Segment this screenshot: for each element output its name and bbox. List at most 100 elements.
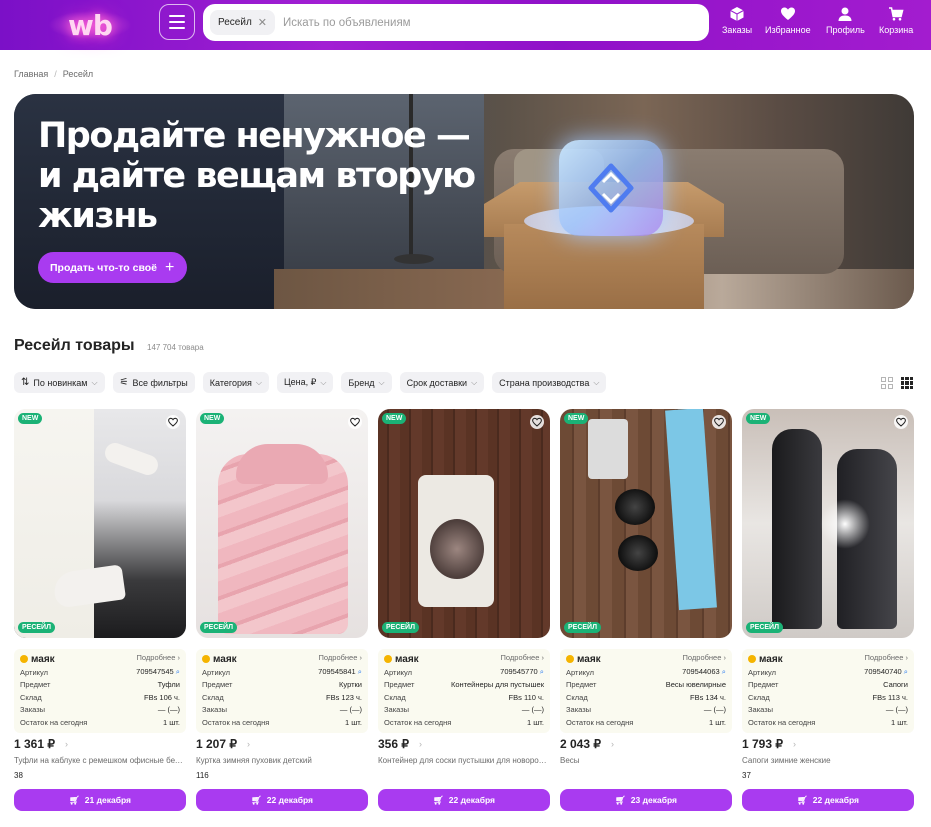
delivery-filter[interactable]: Срок доставки ⌵ <box>399 372 485 393</box>
product-card[interactable]: NEW РЕСЕЙЛ маяк Подробнее › Артикул 70954… <box>378 409 550 819</box>
lighthouse-icon <box>20 655 28 663</box>
more-details-link[interactable]: Подробнее › <box>319 653 363 662</box>
lighthouse-icon <box>384 655 392 663</box>
grid-large-view-icon[interactable] <box>881 377 893 389</box>
product-image[interactable] <box>742 409 914 638</box>
seller-info: маяк Подробнее › Артикул 709545841 ⌕ Пред… <box>196 649 368 733</box>
grid-small-view-icon[interactable] <box>901 377 913 389</box>
lighthouse-icon <box>202 655 210 663</box>
wb-logo[interactable]: wb <box>40 7 140 43</box>
more-details-link[interactable]: Подробнее › <box>683 653 727 662</box>
category-filter[interactable]: Категория ⌵ <box>202 372 269 393</box>
sort-filter[interactable]: ⇅ По новинкам ⌵ <box>14 372 105 393</box>
seller-info: маяк Подробнее › Артикул 709547545 ⌕ Пред… <box>14 649 186 733</box>
add-to-cart-button[interactable]: 🛒︎ 22 декабря <box>196 789 368 811</box>
product-title[interactable]: Куртка зимняя пуховик детский <box>196 756 368 765</box>
cart-icon: 🛒︎ <box>68 794 80 805</box>
heart-icon[interactable] <box>894 415 908 429</box>
search-filter-chip[interactable]: Ресейл ✕ <box>210 10 275 35</box>
product-title[interactable]: Контейнер для соски пустышки для новорож… <box>378 756 550 765</box>
promo-banner: Продайте ненужное — и дайте вещам вторую… <box>14 94 914 309</box>
price-filter[interactable]: Цена, ₽ ⌵ <box>276 372 334 393</box>
product-card[interactable]: NEW РЕСЕЙЛ маяк Подробнее › Артикул 70954… <box>560 409 732 819</box>
seller-info: маяк Подробнее › Артикул 709545770 ⌕ Пред… <box>378 649 550 733</box>
lighthouse-icon <box>748 655 756 663</box>
banner-box-image <box>504 224 704 309</box>
nav-cart[interactable]: Корзина <box>879 6 913 35</box>
sell-something-button[interactable]: Продать что-то своё + <box>38 252 188 283</box>
product-card[interactable]: NEW РЕСЕЙЛ маяк Подробнее › Артикул 70954… <box>742 409 914 819</box>
heart-icon[interactable] <box>712 415 726 429</box>
product-image[interactable] <box>560 409 732 638</box>
all-filters-button[interactable]: ⚟ Все фильтры <box>112 372 195 393</box>
heart-icon[interactable] <box>166 415 180 429</box>
product-card[interactable]: NEW РЕСЕЙЛ маяк Подробнее › Артикул 70954… <box>14 409 186 819</box>
breadcrumb-home[interactable]: Главная <box>14 69 48 79</box>
nav-profile-label: Профиль <box>826 25 865 35</box>
add-to-cart-button[interactable]: 🛒︎ 22 декабря <box>742 789 914 811</box>
new-badge: NEW <box>382 413 407 424</box>
add-to-cart-button[interactable]: 🛒︎ 22 декабря <box>378 789 550 811</box>
brand-filter[interactable]: Бренд ⌵ <box>341 372 392 393</box>
banner-headline: Продайте ненужное — и дайте вещам вторую… <box>38 116 476 236</box>
close-icon[interactable]: ✕ <box>258 16 267 29</box>
resale-badge: РЕСЕЙЛ <box>200 622 238 633</box>
product-image[interactable] <box>14 409 186 638</box>
product-price: 1 207 ₽ › <box>196 737 250 751</box>
resale-badge: РЕСЕЙЛ <box>18 622 56 633</box>
cart-icon: 🛒︎ <box>796 794 808 805</box>
sell-button-label: Продать что-то своё <box>50 261 158 274</box>
review-count: 38 <box>14 771 23 780</box>
chevron-down-icon: ⌵ <box>91 377 98 387</box>
chevron-down-icon: ⌵ <box>471 377 478 387</box>
heart-icon[interactable] <box>348 415 362 429</box>
section-title: Ресейл товары <box>14 337 135 354</box>
cart-icon: 🛒︎ <box>614 794 626 805</box>
seller-info: маяк Подробнее › Артикул 709544063 ⌕ Пред… <box>560 649 732 733</box>
breadcrumb-current: Ресейл <box>62 69 94 79</box>
cart-icon <box>889 7 904 21</box>
chevron-right-icon: › <box>419 739 422 749</box>
chevron-down-icon: ⌵ <box>320 377 327 387</box>
search-chip-label: Ресейл <box>218 17 252 28</box>
product-price: 356 ₽ › <box>378 737 422 751</box>
search-input[interactable] <box>283 16 683 29</box>
nav-orders[interactable]: Заказы <box>722 6 752 35</box>
search-icon: ⌕ <box>721 667 726 677</box>
recycle-cube-icon <box>559 140 663 236</box>
user-icon <box>838 7 852 21</box>
resale-badge: РЕСЕЙЛ <box>746 622 784 633</box>
plus-icon: + <box>165 258 175 276</box>
search-icon: ⌕ <box>539 667 544 677</box>
product-image[interactable] <box>378 409 550 638</box>
search-icon: ⌕ <box>903 667 908 677</box>
nav-profile[interactable]: Профиль <box>826 6 865 35</box>
chevron-right-icon: › <box>247 739 250 749</box>
product-title[interactable]: Туфли на каблуке с ремешком офисные белы… <box>14 756 186 765</box>
product-image[interactable] <box>196 409 368 638</box>
nav-favorites[interactable]: Избранное <box>765 6 811 35</box>
search-icon: ⌕ <box>175 667 180 677</box>
new-badge: NEW <box>746 413 771 424</box>
more-details-link[interactable]: Подробнее › <box>865 653 909 662</box>
menu-button[interactable] <box>159 4 195 40</box>
more-details-link[interactable]: Подробнее › <box>501 653 545 662</box>
product-price: 2 043 ₽ › <box>560 737 614 751</box>
nav-favorites-label: Избранное <box>765 25 811 35</box>
chevron-down-icon: ⌵ <box>378 377 385 387</box>
product-title[interactable]: Сапоги зимние женские <box>742 756 914 765</box>
product-price: 1 361 ₽ › <box>14 737 68 751</box>
heart-icon[interactable] <box>530 415 544 429</box>
more-details-link[interactable]: Подробнее › <box>137 653 181 662</box>
breadcrumb-separator: / <box>54 69 57 79</box>
product-title[interactable]: Весы <box>560 756 732 765</box>
product-card[interactable]: NEW РЕСЕЙЛ маяк Подробнее › Артикул 70954… <box>196 409 368 819</box>
cart-icon: 🛒︎ <box>432 794 444 805</box>
chevron-right-icon: › <box>793 739 796 749</box>
nav-cart-label: Корзина <box>879 25 914 35</box>
add-to-cart-button[interactable]: 🛒︎ 21 декабря <box>14 789 186 811</box>
chevron-right-icon: › <box>65 739 68 749</box>
add-to-cart-button[interactable]: 🛒︎ 23 декабря <box>560 789 732 811</box>
country-filter[interactable]: Страна производства ⌵ <box>492 372 607 393</box>
box-icon <box>730 7 744 21</box>
